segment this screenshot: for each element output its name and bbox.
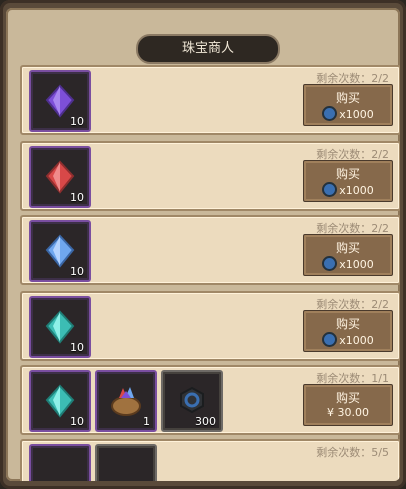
remaining-count: 剩余次数：5/5 xyxy=(316,446,389,459)
shop-row: 10 1 300 剩余次数：1/1 购买 ¥ 30.00 xyxy=(20,365,400,435)
item-qty: 10 xyxy=(70,341,84,354)
item-qty: 300 xyxy=(195,415,216,428)
buy-button[interactable]: 购买 x1000 xyxy=(303,310,393,352)
item-qty: 10 xyxy=(70,265,84,278)
item-slot[interactable]: 10 xyxy=(29,370,91,432)
buy-button[interactable]: 购买 x1000 xyxy=(303,234,393,276)
price: x1000 xyxy=(304,182,392,197)
coin-icon xyxy=(180,386,204,414)
gem-bag-icon xyxy=(111,387,141,416)
shop-content: 珠宝商人 10 剩余次数：2/2 购买 x1000 10 剩余次数：2/2 购买… xyxy=(6,8,400,481)
buy-label: 购买 xyxy=(335,241,360,255)
blue-gem-icon xyxy=(45,234,75,268)
item-slot[interactable]: 10 xyxy=(29,146,91,208)
teal-gem-icon xyxy=(45,310,75,344)
red-gem-icon xyxy=(45,160,75,194)
item-slot[interactable]: 10 xyxy=(29,296,91,358)
item-slot[interactable] xyxy=(95,444,157,481)
price: x1000 xyxy=(304,106,392,121)
buy-label: 购买 xyxy=(335,391,360,405)
shop-row: 10 剩余次数：2/2 购买 x1000 xyxy=(20,141,400,211)
buy-label: 购买 xyxy=(335,317,360,331)
item-slot[interactable]: 300 xyxy=(161,370,223,432)
buy-button[interactable]: 购买 ¥ 30.00 xyxy=(303,384,393,426)
shop-panel: 珠宝商人 10 剩余次数：2/2 购买 x1000 10 剩余次数：2/2 购买… xyxy=(0,0,406,489)
price: x1000 xyxy=(304,332,392,347)
price: ¥ 30.00 xyxy=(327,406,369,419)
buy-label: 购买 xyxy=(335,167,360,181)
teal-gem-icon xyxy=(45,384,75,418)
shop-row: 10 剩余次数：2/2 购买 x1000 xyxy=(20,291,400,361)
purple-gem-icon xyxy=(45,84,75,118)
buy-button[interactable]: 购买 x1000 xyxy=(303,84,393,126)
item-qty: 1 xyxy=(143,415,150,428)
item-slot[interactable]: 10 xyxy=(29,70,91,132)
shop-row: 10 剩余次数：2/2 购买 x1000 xyxy=(20,215,400,285)
item-slot[interactable]: 1 xyxy=(95,370,157,432)
coin-icon xyxy=(322,182,338,197)
shop-row: 10 剩余次数：2/2 购买 x1000 xyxy=(20,65,400,135)
coin-icon xyxy=(322,256,338,271)
buy-button[interactable]: 购买 x1000 xyxy=(303,160,393,202)
item-slot[interactable] xyxy=(29,444,91,481)
item-qty: 10 xyxy=(70,191,84,204)
item-slot[interactable]: 10 xyxy=(29,220,91,282)
coin-icon xyxy=(322,106,338,121)
coin-icon xyxy=(322,332,338,347)
shop-row: 剩余次数：5/5 xyxy=(20,439,400,481)
price: x1000 xyxy=(304,256,392,271)
item-qty: 10 xyxy=(70,115,84,128)
buy-label: 购买 xyxy=(335,91,360,105)
shop-title: 珠宝商人 xyxy=(136,34,280,64)
item-qty: 10 xyxy=(70,415,84,428)
